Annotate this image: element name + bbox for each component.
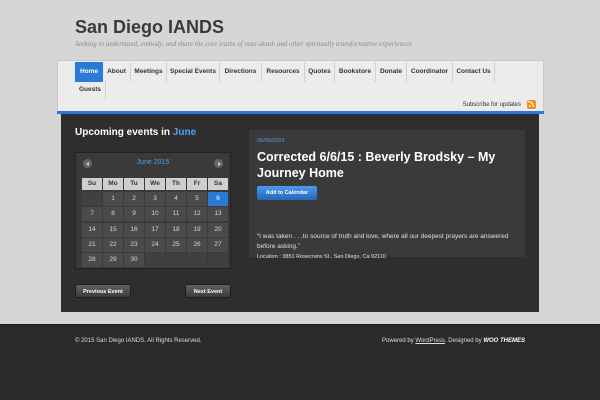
calendar-day[interactable]: 16: [124, 222, 144, 237]
calendar-day[interactable]: 25: [166, 237, 186, 252]
calendar-day[interactable]: 24: [145, 237, 165, 252]
calendar-day[interactable]: 9: [124, 207, 144, 222]
nav-item-contact-us[interactable]: Contact Us: [453, 62, 495, 82]
calendar-empty-cell: [82, 192, 102, 206]
site-tagline: Seeking to understand, embody, and share…: [75, 40, 413, 48]
nav-item-bookstore[interactable]: Bookstore: [335, 62, 376, 82]
calendar-day[interactable]: 22: [103, 237, 123, 252]
event-detail-panel: 06/06/2015 Corrected 6/6/15 : Beverly Br…: [249, 130, 525, 260]
previous-event-button[interactable]: Previous Event: [75, 284, 131, 298]
nav-item-about[interactable]: About: [103, 62, 131, 82]
calendar-day[interactable]: 23: [124, 237, 144, 252]
calendar-day[interactable]: 6: [208, 192, 228, 206]
nav-item-special-events[interactable]: Special Events: [167, 62, 220, 82]
upcoming-month: June: [172, 127, 197, 138]
weekday-header: Fr: [187, 178, 207, 190]
calendar-day[interactable]: 11: [166, 207, 186, 222]
site-title[interactable]: San Diego IANDS: [75, 17, 224, 38]
weekday-header: Sa: [208, 178, 228, 190]
calendar-day[interactable]: 3: [145, 192, 165, 206]
calendar-day[interactable]: 30: [124, 253, 144, 268]
nav-item-home[interactable]: Home: [75, 62, 103, 82]
calendar-day[interactable]: 18: [166, 222, 186, 237]
calendar-empty-cell: [166, 253, 186, 268]
calendar-day[interactable]: 29: [103, 253, 123, 268]
calendar-empty-cell: [208, 253, 228, 268]
calendar-day[interactable]: 26: [187, 237, 207, 252]
woothemes-logo[interactable]: WOO THEMES: [483, 338, 525, 344]
calendar-day[interactable]: 21: [82, 237, 102, 252]
calendar-day[interactable]: 28: [82, 253, 102, 268]
calendar-empty-cell: [187, 253, 207, 268]
main-navigation: Home About Meetings Special Events Direc…: [57, 60, 544, 111]
calendar-day[interactable]: 10: [145, 207, 165, 222]
nav-item-resources[interactable]: Resources: [262, 62, 305, 82]
calendar-header: June 2015: [76, 153, 230, 175]
calendar-day[interactable]: 12: [187, 207, 207, 222]
designed-by-text: . Designed by: [444, 338, 482, 344]
weekday-header: Su: [82, 178, 102, 190]
subscribe-link[interactable]: Subscribe for updates: [463, 102, 521, 108]
weekday-header: Mo: [103, 178, 123, 190]
wordpress-link[interactable]: WordPress: [415, 338, 445, 344]
calendar-day[interactable]: 17: [145, 222, 165, 237]
calendar-day[interactable]: 15: [103, 222, 123, 237]
calendar-empty-cell: [145, 253, 165, 268]
calendar-day[interactable]: 27: [208, 237, 228, 252]
nav-item-donate[interactable]: Donate: [376, 62, 407, 82]
powered-by: Powered by WordPress. Designed by WOO TH…: [382, 338, 525, 344]
event-quote: “I was taken . . .to source of truth and…: [257, 233, 509, 250]
upcoming-events-heading: Upcoming events in June: [75, 127, 196, 138]
upcoming-prefix: Upcoming events in: [75, 127, 171, 138]
add-to-calendar-button[interactable]: Add to Calendar: [257, 186, 317, 200]
next-month-icon[interactable]: [214, 159, 223, 168]
calendar-day[interactable]: 14: [82, 222, 102, 237]
event-location: Location : 3851 Rosecrans St., San Diego…: [257, 254, 386, 260]
calendar-day[interactable]: 8: [103, 207, 123, 222]
calendar-day[interactable]: 2: [124, 192, 144, 206]
calendar-day[interactable]: 7: [82, 207, 102, 222]
weekday-header: Th: [166, 178, 186, 190]
powered-prefix: Powered by: [382, 338, 414, 344]
nav-item-directions[interactable]: Directions: [220, 62, 262, 82]
nav-item-quotes[interactable]: Quotes: [305, 62, 335, 82]
calendar-day[interactable]: 5: [187, 192, 207, 206]
calendar-day[interactable]: 13: [208, 207, 228, 222]
site-footer: © 2015 San Diego IANDS. All Rights Reser…: [0, 324, 600, 400]
copyright-text: © 2015 San Diego IANDS. All Rights Reser…: [75, 338, 202, 344]
nav-item-coordinator[interactable]: Coordinator: [407, 62, 453, 82]
weekday-header: Tu: [124, 178, 144, 190]
calendar-day[interactable]: 20: [208, 222, 228, 237]
nav-item-meetings[interactable]: Meetings: [131, 62, 167, 82]
calendar-month-label: June 2015: [136, 159, 170, 166]
event-title[interactable]: Corrected 6/6/15 : Beverly Brodsky – My …: [257, 149, 519, 181]
events-calendar: June 2015 Su Mo Tu We Th Fr Sa 1 2 3 4 5 6 7 8 9 10 11 12 1…: [75, 152, 231, 269]
nav-item-guests[interactable]: Guests: [75, 80, 106, 100]
event-date: 06/06/2015: [257, 138, 285, 144]
rss-icon[interactable]: [527, 100, 536, 109]
main-content: Upcoming events in June June 2015 Su Mo Tu…: [61, 114, 539, 312]
calendar-day[interactable]: 1: [103, 192, 123, 206]
next-event-button[interactable]: Next Event: [185, 284, 231, 298]
weekday-header: We: [145, 178, 165, 190]
calendar-day[interactable]: 4: [166, 192, 186, 206]
calendar-day[interactable]: 19: [187, 222, 207, 237]
